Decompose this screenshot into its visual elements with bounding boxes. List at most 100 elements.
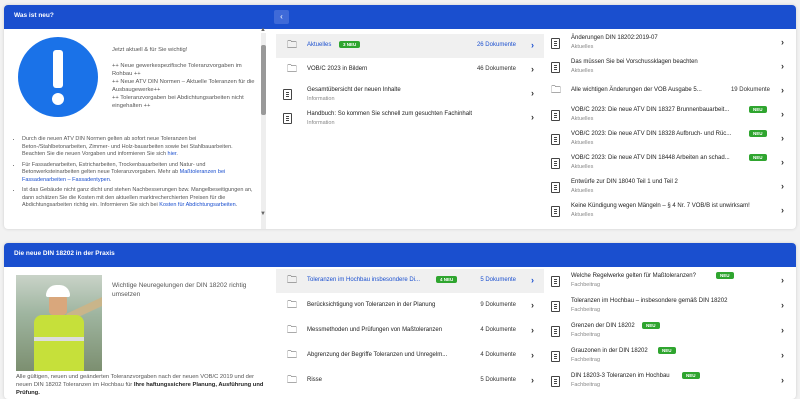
link-abdichtung[interactable]: Kosten für Abdichtungsarbeiten: [159, 202, 235, 208]
new-badge: 3 NEU: [339, 41, 361, 48]
scrollbar-thumb[interactable]: [261, 45, 266, 115]
item-title: Grenzen der DIN 18202: [571, 323, 635, 329]
list-item[interactable]: Änderungen DIN 18202:2019-07 Aktuelles ›: [544, 31, 796, 55]
bullet-item: Durch die neuen ATV DIN Normen gelten ab…: [22, 136, 256, 159]
list-item[interactable]: Keine Kündigung wegen Mängeln – § 4 Nr. …: [544, 199, 796, 223]
document-icon: [551, 62, 560, 73]
doc-count: 4 Dokumente: [480, 352, 516, 358]
item-subtitle: Fachbeitrag: [571, 332, 601, 338]
news-bullets: Durch die neuen ATV DIN Normen gelten ab…: [16, 136, 256, 213]
item-subtitle: Aktuelles: [571, 140, 594, 146]
item-title: Toleranzen im Hochbau insbesondere Di...: [307, 277, 421, 283]
intro-column: Jetzt aktuell & für Sie wichtig! ++ Neue…: [4, 29, 268, 229]
folder-icon: 🗀: [287, 374, 297, 386]
new-badge: NEU: [749, 154, 767, 161]
list-item[interactable]: Grauzonen in der DIN 18202 NEU Fachbeitr…: [544, 344, 796, 368]
list-item[interactable]: 🗀 VOB/C 2023 in Bildern 46 Dokumente ›: [276, 58, 544, 82]
new-badge: NEU: [716, 272, 734, 279]
folder-icon: 🗀: [287, 274, 297, 286]
list-item[interactable]: 🗀 Risse 5 Dokumente ›: [276, 369, 544, 393]
chevron-right-icon: ›: [531, 350, 534, 360]
intro-column: Wichtige Neuregelungen der DIN 18202 ric…: [4, 267, 268, 399]
intro-text: Alle gültigen, neuen und geänderten Tole…: [16, 374, 264, 396]
list-item[interactable]: 🗀 Alle wichtigen Änderungen der VOB Ausg…: [544, 79, 796, 103]
item-subtitle: Fachbeitrag: [571, 357, 601, 363]
item-title: Toleranzen im Hochbau – insbesondere gem…: [571, 298, 728, 304]
document-icon: [551, 376, 560, 387]
item-title: Das müssen Sie bei Vorschussklagen beach…: [571, 59, 698, 65]
item-title: Messmethoden und Prüfungen von Maßtolera…: [307, 327, 443, 333]
back-arrow-icon[interactable]: ‹: [274, 10, 289, 24]
folder-icon: 🗀: [287, 39, 297, 51]
scroll-down-icon[interactable]: ▼: [260, 211, 266, 217]
folder-icon: 🗀: [287, 63, 297, 75]
worker-photo: [16, 275, 102, 371]
item-title: Änderungen DIN 18202:2019-07: [571, 35, 658, 41]
info-exclamation-icon: [18, 37, 98, 117]
item-subtitle: Fachbeitrag: [571, 307, 601, 313]
document-icon: [551, 182, 560, 193]
document-icon: [551, 276, 560, 287]
panel-header: Was ist neu? ‹: [4, 5, 796, 29]
doc-count: 9 Dokumente: [480, 302, 516, 308]
list-item[interactable]: VOB/C 2023: Die neue ATV DIN 18327 Brunn…: [544, 103, 796, 127]
item-title: Abgrenzung der Begriffe Toleranzen und U…: [307, 352, 448, 358]
intro-heading: Wichtige Neuregelungen der DIN 18202 ric…: [112, 282, 247, 298]
item-subtitle: Aktuelles: [571, 44, 594, 50]
list-item[interactable]: VOB/C 2023: Die neue ATV DIN 18328 Aufbr…: [544, 127, 796, 151]
chevron-right-icon: ›: [531, 40, 534, 50]
list-item[interactable]: Handbuch: So kommen Sie schnell zum gesu…: [276, 106, 544, 130]
item-title: Welche Regelwerke gelten für Maßtoleranz…: [571, 273, 696, 279]
list-item-toleranzen[interactable]: 🗀 Toleranzen im Hochbau insbesondere Di.…: [276, 269, 544, 293]
item-subtitle: Aktuelles: [571, 212, 594, 218]
item-title: Grauzonen in der DIN 18202: [571, 348, 648, 354]
new-badge: NEU: [642, 322, 660, 329]
item-title: Berücksichtigung von Toleranzen in der P…: [307, 302, 436, 308]
scroll-up-icon[interactable]: ▲: [260, 27, 266, 33]
chevron-right-icon: ›: [781, 205, 784, 215]
chevron-right-icon: ›: [781, 325, 784, 335]
chevron-right-icon: ›: [781, 275, 784, 285]
document-icon: [551, 301, 560, 312]
list-item[interactable]: 🗀 Abgrenzung der Begriffe Toleranzen und…: [276, 344, 544, 368]
item-title: Risse: [307, 377, 323, 383]
chevron-right-icon: ›: [781, 375, 784, 385]
chevron-right-icon: ›: [531, 375, 534, 385]
chevron-right-icon: ›: [531, 112, 534, 122]
new-badge: NEU: [749, 106, 767, 113]
chevron-right-icon: ›: [781, 157, 784, 167]
chevron-right-icon: ›: [781, 300, 784, 310]
item-title: VOB/C 2023: Die neue ATV DIN 18328 Aufbr…: [571, 131, 732, 137]
list-item[interactable]: Grenzen der DIN 18202 NEU Fachbeitrag ›: [544, 319, 796, 343]
new-badge: 4 NEU: [436, 276, 458, 283]
list-item[interactable]: Entwürfe zur DIN 18040 Teil 1 und Teil 2…: [544, 175, 796, 199]
chevron-right-icon: ›: [531, 300, 534, 310]
document-column: Änderungen DIN 18202:2019-07 Aktuelles ›…: [544, 29, 796, 229]
item-title: VOB/C 2023: Die neue ATV DIN 18448 Arbei…: [571, 155, 730, 161]
item-title: VOB/C 2023 in Bildern: [307, 66, 368, 72]
list-item[interactable]: 🗀 Messmethoden und Prüfungen von Maßtole…: [276, 319, 544, 343]
item-subtitle: Aktuelles: [571, 116, 594, 122]
list-item[interactable]: 🗀 Berücksichtigung von Toleranzen in der…: [276, 294, 544, 318]
item-subtitle: Information: [307, 96, 335, 102]
item-subtitle: Aktuelles: [571, 164, 594, 170]
list-item[interactable]: DIN 18203-3 Toleranzen im Hochbau NEU Fa…: [544, 369, 796, 393]
new-badge: NEU: [658, 347, 676, 354]
item-title: Keine Kündigung wegen Mängeln – § 4 Nr. …: [571, 203, 750, 209]
list-item[interactable]: VOB/C 2023: Die neue ATV DIN 18448 Arbei…: [544, 151, 796, 175]
list-item[interactable]: Welche Regelwerke gelten für Maßtoleranz…: [544, 269, 796, 293]
scrollbar[interactable]: [261, 33, 266, 229]
list-item-aktuelles[interactable]: 🗀 Aktuelles 3 NEU 26 Dokumente ›: [276, 34, 544, 58]
list-item[interactable]: Das müssen Sie bei Vorschussklagen beach…: [544, 55, 796, 79]
document-icon: [551, 351, 560, 362]
list-item[interactable]: Gesamtübersicht der neuen Inhalte Inform…: [276, 82, 544, 106]
chevron-right-icon: ›: [781, 181, 784, 191]
list-item[interactable]: Toleranzen im Hochbau – insbesondere gem…: [544, 294, 796, 318]
folder-icon: 🗀: [287, 324, 297, 336]
chevron-right-icon: ›: [531, 325, 534, 335]
doc-count: 46 Dokumente: [476, 66, 516, 72]
intro-text: Jetzt aktuell & für Sie wichtig!: [112, 47, 188, 53]
panel-title: Was ist neu?: [14, 12, 54, 19]
chevron-right-icon: ›: [531, 64, 534, 74]
document-icon: [551, 38, 560, 49]
